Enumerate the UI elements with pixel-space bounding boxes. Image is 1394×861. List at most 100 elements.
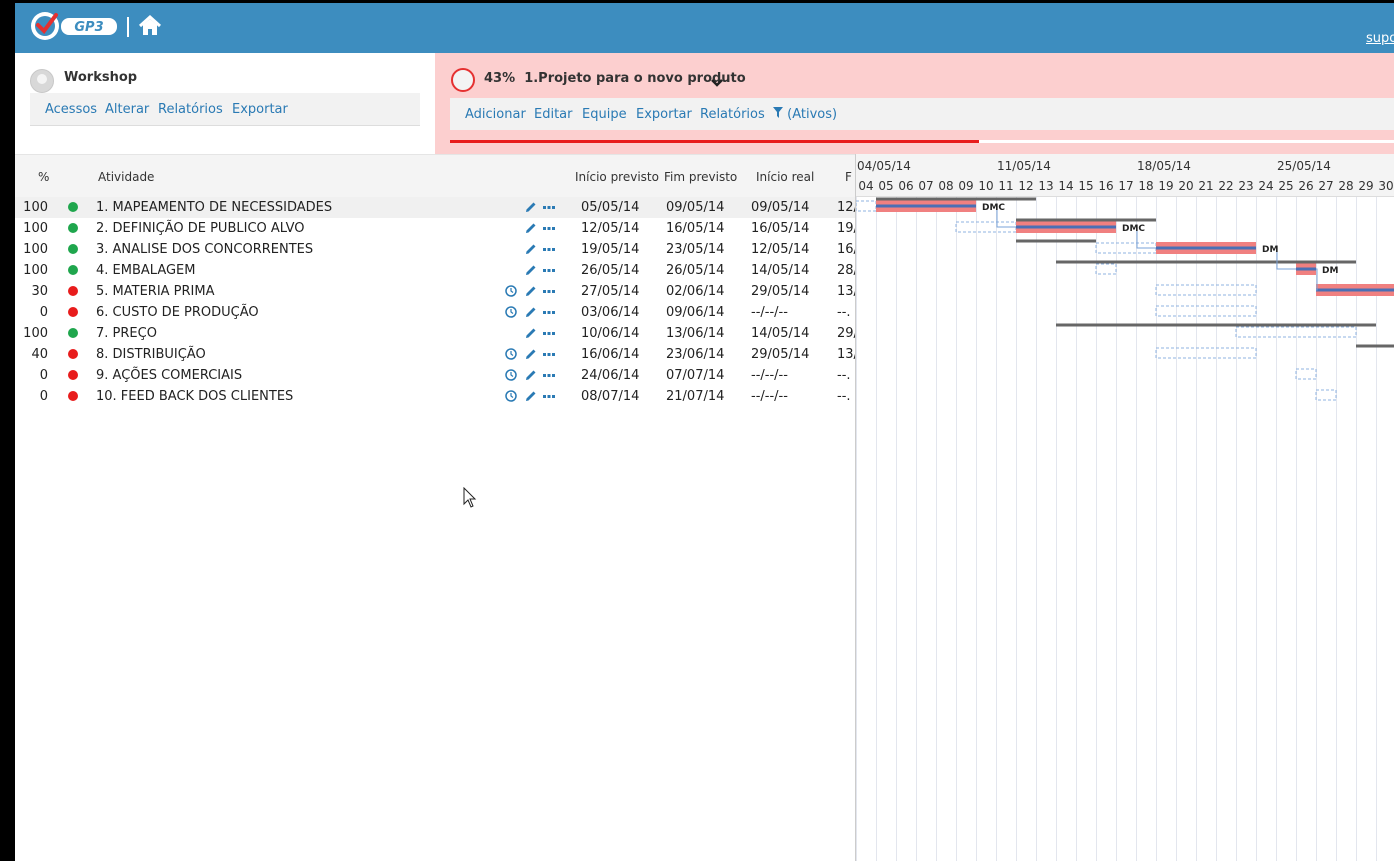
- row-actual-start: --/--/--: [751, 305, 788, 320]
- col-header-actual-end[interactable]: F: [845, 170, 852, 184]
- more-icon[interactable]: [543, 222, 555, 238]
- row-activity-name[interactable]: 10. FEED BACK DOS CLIENTES: [96, 389, 293, 404]
- clock-icon[interactable]: [505, 390, 517, 406]
- table-row[interactable]: 0 6. CUSTO DE PRODUÇÃO 03/06/14 09/06/14 --/…: [15, 302, 855, 323]
- more-icon[interactable]: [543, 348, 555, 364]
- edit-icon[interactable]: [525, 201, 537, 217]
- edit-icon[interactable]: [525, 348, 537, 364]
- row-planned-start: 03/06/14: [581, 305, 640, 320]
- gantt-planned-bar: [1155, 284, 1257, 296]
- row-activity-name[interactable]: 9. AÇÕES COMERCIAIS: [96, 368, 242, 383]
- row-actual-start: 14/05/14: [751, 326, 810, 341]
- gantt-owner-label: DMC: [1122, 224, 1145, 234]
- edit-icon[interactable]: [525, 327, 537, 343]
- more-icon[interactable]: [543, 264, 555, 280]
- clock-icon[interactable]: [505, 306, 517, 322]
- row-activity-name[interactable]: 7. PREÇO: [96, 326, 157, 341]
- workspace-menu-exportar[interactable]: Exportar: [232, 102, 288, 117]
- row-activity-name[interactable]: 2. DEFINIÇÃO DE PUBLICO ALVO: [96, 221, 305, 236]
- status-dot: [68, 349, 78, 359]
- workspace-menu-relatorios[interactable]: Relatórios: [158, 102, 223, 117]
- row-planned-end: 02/06/14: [666, 284, 725, 299]
- col-header-planned-end[interactable]: Fim previsto: [664, 170, 737, 184]
- chevron-down-icon[interactable]: [711, 73, 723, 87]
- row-actual-end: --.: [837, 389, 851, 404]
- workspace-menu-alterar[interactable]: Alterar: [105, 102, 149, 117]
- project-menu-editar[interactable]: Editar: [534, 107, 573, 122]
- project-progress-fill: [450, 140, 979, 143]
- table-header: % Atividade Início previsto Fim previsto…: [15, 154, 855, 198]
- row-planned-start: 24/06/14: [581, 368, 640, 383]
- support-link[interactable]: supo: [1366, 31, 1394, 46]
- more-icon[interactable]: [543, 390, 555, 406]
- gantt-planned-bar: [1315, 389, 1337, 401]
- row-actual-start: 14/05/14: [751, 263, 810, 278]
- row-activity-name[interactable]: 3. ANALISE DOS CONCORRENTES: [96, 242, 313, 257]
- table-row[interactable]: 100 3. ANALISE DOS CONCORRENTES 19/05/14 23…: [15, 239, 858, 260]
- more-icon[interactable]: [543, 285, 555, 301]
- more-icon[interactable]: [543, 327, 555, 343]
- more-icon[interactable]: [543, 369, 555, 385]
- more-icon[interactable]: [543, 306, 555, 322]
- edit-icon[interactable]: [525, 369, 537, 385]
- row-percent: 0: [39, 389, 48, 404]
- table-row[interactable]: 100 4. EMBALAGEM 26/05/14 26/05/14 14/05/14 2…: [15, 260, 858, 281]
- workspace-panel: Workshop Acessos Alterar Relatórios Expo…: [15, 53, 435, 154]
- project-percent: 43%: [484, 71, 516, 86]
- col-header-actual-start[interactable]: Início real: [756, 170, 814, 184]
- clock-icon[interactable]: [505, 348, 517, 364]
- table-row[interactable]: 100 7. PREÇO 10/06/14 13/06/14 14/05/14 29/: [15, 323, 858, 344]
- mouse-cursor: [463, 486, 477, 509]
- row-percent: 100: [23, 221, 48, 236]
- project-menu-adicionar[interactable]: Adicionar: [465, 107, 526, 122]
- edit-icon[interactable]: [525, 222, 537, 238]
- project-menu-equipe[interactable]: Equipe: [582, 107, 627, 122]
- table-row[interactable]: 0 9. AÇÕES COMERCIAIS 24/06/14 07/07/14 --/-…: [15, 365, 855, 386]
- workspace-menu-acessos[interactable]: Acessos: [45, 102, 97, 117]
- row-activity-name[interactable]: 5. MATERIA PRIMA: [96, 284, 215, 299]
- row-planned-start: 08/07/14: [581, 389, 640, 404]
- clock-icon[interactable]: [505, 369, 517, 385]
- row-activity-name[interactable]: 4. EMBALAGEM: [96, 263, 196, 278]
- table-row[interactable]: 100 2. DEFINIÇÃO DE PUBLICO ALVO 12/05/14 1…: [15, 218, 858, 239]
- filter-label: (Ativos): [787, 107, 838, 122]
- edit-icon[interactable]: [525, 243, 537, 259]
- edit-icon[interactable]: [525, 264, 537, 280]
- workspace-menu: Acessos Alterar Relatórios Exportar: [30, 93, 420, 126]
- row-percent: 0: [39, 368, 48, 383]
- row-activity-name[interactable]: 8. DISTRIBUIÇÃO: [96, 347, 206, 362]
- more-icon[interactable]: [543, 201, 555, 217]
- gantt-owner-label: DMC: [982, 203, 1005, 213]
- row-activity-name[interactable]: 1. MAPEAMENTO DE NECESSIDADES: [96, 200, 332, 215]
- top-bar: GP3 supo: [15, 3, 1394, 53]
- home-icon[interactable]: [138, 14, 162, 37]
- row-planned-end: 13/06/14: [666, 326, 725, 341]
- row-actual-start: 12/05/14: [751, 242, 810, 257]
- col-header-percent[interactable]: %: [38, 170, 49, 184]
- table-row[interactable]: 0 10. FEED BACK DOS CLIENTES 08/07/14 21/07…: [15, 386, 855, 407]
- table-row[interactable]: 40 8. DISTRIBUIÇÃO 16/06/14 23/06/14 29/05/1…: [15, 344, 857, 365]
- project-progress-bar: [450, 140, 1394, 143]
- gantt-owner-label: DM: [1322, 266, 1338, 276]
- status-dot: [68, 391, 78, 401]
- col-header-planned-start[interactable]: Início previsto: [575, 170, 659, 184]
- filter-button[interactable]: (Ativos): [773, 107, 837, 122]
- edit-icon[interactable]: [525, 285, 537, 301]
- col-header-activity[interactable]: Atividade: [98, 170, 154, 184]
- row-activity-name[interactable]: 6. CUSTO DE PRODUÇÃO: [96, 305, 259, 320]
- row-planned-end: 09/05/14: [666, 200, 725, 215]
- gp3-logo[interactable]: GP3: [29, 9, 119, 43]
- table-row[interactable]: 30 5. MATERIA PRIMA 27/05/14 02/06/14 29/05/…: [15, 281, 857, 302]
- row-planned-start: 26/05/14: [581, 263, 640, 278]
- status-dot: [68, 202, 78, 212]
- more-icon[interactable]: [543, 243, 555, 259]
- table-row[interactable]: 100 1. MAPEAMENTO DE NECESSIDADES 05/05/14…: [15, 197, 858, 218]
- clock-icon[interactable]: [505, 285, 517, 301]
- project-title[interactable]: 43% 1.Projeto para o novo produto: [484, 71, 746, 86]
- project-menu-exportar[interactable]: Exportar: [636, 107, 692, 122]
- gantt-connector: [1276, 247, 1296, 270]
- workspace-name: Workshop: [64, 70, 138, 85]
- edit-icon[interactable]: [525, 306, 537, 322]
- project-menu-relatorios[interactable]: Relatórios: [700, 107, 765, 122]
- edit-icon[interactable]: [525, 390, 537, 406]
